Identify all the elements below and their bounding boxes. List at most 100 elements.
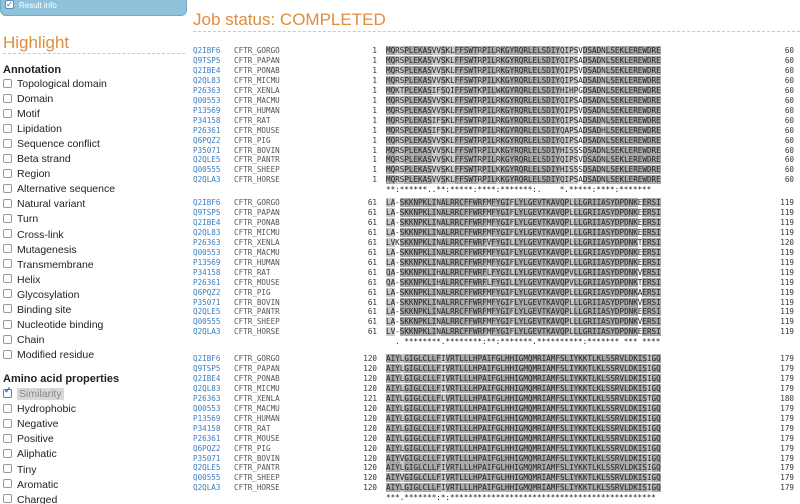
accession-link[interactable]: P13569 <box>193 414 220 424</box>
option-beta-strand[interactable]: Beta strand <box>3 153 71 168</box>
option-modified-residue[interactable]: Modified residue <box>3 349 94 364</box>
checkbox[interactable] <box>3 184 12 194</box>
result-info-checkbox[interactable] <box>5 0 14 14</box>
option-helix[interactable]: Helix <box>3 274 40 289</box>
checkbox[interactable] <box>3 229 12 239</box>
checkbox[interactable] <box>3 259 12 269</box>
checkbox[interactable] <box>3 319 12 329</box>
accession-link[interactable]: Q2IBF6 <box>193 46 220 56</box>
accession-link[interactable]: P34158 <box>193 116 220 126</box>
option-charged[interactable]: Charged <box>3 494 57 504</box>
accession-link[interactable]: Q00553 <box>193 404 220 414</box>
checkbox[interactable] <box>3 199 12 209</box>
accession-link[interactable]: Q6PQZ2 <box>193 288 220 298</box>
accession-link[interactable]: P35071 <box>193 454 220 464</box>
option-cross-link[interactable]: Cross-link <box>3 229 64 244</box>
accession-link[interactable]: Q00553 <box>193 248 220 258</box>
checkbox[interactable] <box>3 494 12 504</box>
checkbox[interactable] <box>3 153 12 163</box>
accession-link[interactable]: P26363 <box>193 394 220 404</box>
accession-link[interactable]: Q00553 <box>193 96 220 106</box>
accession-link[interactable]: P26361 <box>193 278 220 288</box>
accession-link[interactable]: Q00555 <box>193 317 220 327</box>
option-natural-variant[interactable]: Natural variant <box>3 198 85 213</box>
alignment-row: Q00555 CFTR_SHEEP 61 LA-SKKNPKLINALRRCFFWRF… <box>193 317 800 327</box>
checkbox[interactable] <box>3 385 12 398</box>
accession-link[interactable]: Q2QLA3 <box>193 327 220 337</box>
accession-link[interactable]: P35071 <box>193 298 220 308</box>
checkbox[interactable] <box>3 78 12 88</box>
option-glycosylation[interactable]: Glycosylation <box>3 289 79 304</box>
accession-link[interactable]: Q2QL83 <box>193 76 220 86</box>
checkbox[interactable] <box>3 479 12 489</box>
accession-link[interactable]: Q2QLE5 <box>193 463 220 473</box>
option-turn[interactable]: Turn <box>3 213 38 228</box>
accession-link[interactable]: Q2QLA3 <box>193 483 220 493</box>
result-info-toggle[interactable]: Result info <box>0 0 187 16</box>
accession-link[interactable]: Q2QLA3 <box>193 175 220 185</box>
accession-link[interactable]: Q00555 <box>193 165 220 175</box>
option-tiny[interactable]: Tiny <box>3 464 36 479</box>
option-domain[interactable]: Domain <box>3 93 53 108</box>
option-aromatic[interactable]: Aromatic <box>3 479 58 494</box>
accession-link[interactable]: Q2IBE4 <box>193 218 220 228</box>
accession-link[interactable]: P34158 <box>193 268 220 278</box>
checkbox[interactable] <box>3 274 12 284</box>
accession-link[interactable]: Q2QLE5 <box>193 307 220 317</box>
accession-link[interactable]: Q9TSP5 <box>193 364 220 374</box>
option-chain[interactable]: Chain <box>3 334 44 349</box>
accession-link[interactable]: P26363 <box>193 238 220 248</box>
accession-link[interactable]: Q2QL83 <box>193 228 220 238</box>
accession-link[interactable]: Q9TSP5 <box>193 56 220 66</box>
option-mutagenesis[interactable]: Mutagenesis <box>3 244 77 259</box>
accession-link[interactable]: P13569 <box>193 258 220 268</box>
option-sequence-conflict[interactable]: Sequence conflict <box>3 138 100 153</box>
option-lipidation[interactable]: Lipidation <box>3 123 62 138</box>
option-label: Charged <box>17 493 58 504</box>
accession-link[interactable]: Q2QLE5 <box>193 155 220 165</box>
checkbox[interactable] <box>3 418 12 428</box>
accession-link[interactable]: Q6PQZ2 <box>193 136 220 146</box>
checkbox[interactable] <box>3 289 12 299</box>
accession-link[interactable]: P26361 <box>193 434 220 444</box>
option-topological-domain[interactable]: Topological domain <box>3 78 107 93</box>
option-motif[interactable]: Motif <box>3 108 40 123</box>
accession-link[interactable]: Q00555 <box>193 473 220 483</box>
checkbox[interactable] <box>3 403 12 413</box>
accession-link[interactable]: P34158 <box>193 424 220 434</box>
accession-link[interactable]: Q2IBE4 <box>193 374 220 384</box>
accession-link[interactable]: Q9TSP5 <box>193 208 220 218</box>
checkbox[interactable] <box>3 138 12 148</box>
option-positive[interactable]: Positive <box>3 433 54 448</box>
checkbox[interactable] <box>3 244 12 254</box>
checkbox[interactable] <box>3 434 12 444</box>
option-negative[interactable]: Negative <box>3 418 58 433</box>
checkbox[interactable] <box>3 123 12 133</box>
option-binding-site[interactable]: Binding site <box>3 304 71 319</box>
accession-link[interactable]: P26363 <box>193 86 220 96</box>
accession-link[interactable]: Q2IBF6 <box>193 198 220 208</box>
option-aliphatic[interactable]: Aliphatic <box>3 448 57 463</box>
accession-link[interactable]: Q2IBF6 <box>193 354 220 364</box>
option-region[interactable]: Region <box>3 168 50 183</box>
checkbox[interactable] <box>3 108 12 118</box>
accession-link[interactable]: Q2QL83 <box>193 384 220 394</box>
accession-link[interactable]: P13569 <box>193 106 220 116</box>
checkbox[interactable] <box>3 464 12 474</box>
checkbox[interactable] <box>3 169 12 179</box>
checkbox[interactable] <box>3 304 12 314</box>
checkbox[interactable] <box>3 93 12 103</box>
option-alternative-sequence[interactable]: Alternative sequence <box>3 183 115 198</box>
option-hydrophobic[interactable]: Hydrophobic <box>3 403 76 418</box>
accession-link[interactable]: P35071 <box>193 146 220 156</box>
accession-link[interactable]: Q6PQZ2 <box>193 444 220 454</box>
option-similarity[interactable]: Similarity <box>3 385 64 403</box>
checkbox[interactable] <box>3 349 12 359</box>
accession-link[interactable]: Q2IBE4 <box>193 66 220 76</box>
checkbox[interactable] <box>3 334 12 344</box>
option-transmembrane[interactable]: Transmembrane <box>3 259 94 274</box>
option-nucleotide-binding[interactable]: Nucleotide binding <box>3 319 103 334</box>
accession-link[interactable]: P26361 <box>193 126 220 136</box>
checkbox[interactable] <box>3 449 12 459</box>
checkbox[interactable] <box>3 214 12 224</box>
